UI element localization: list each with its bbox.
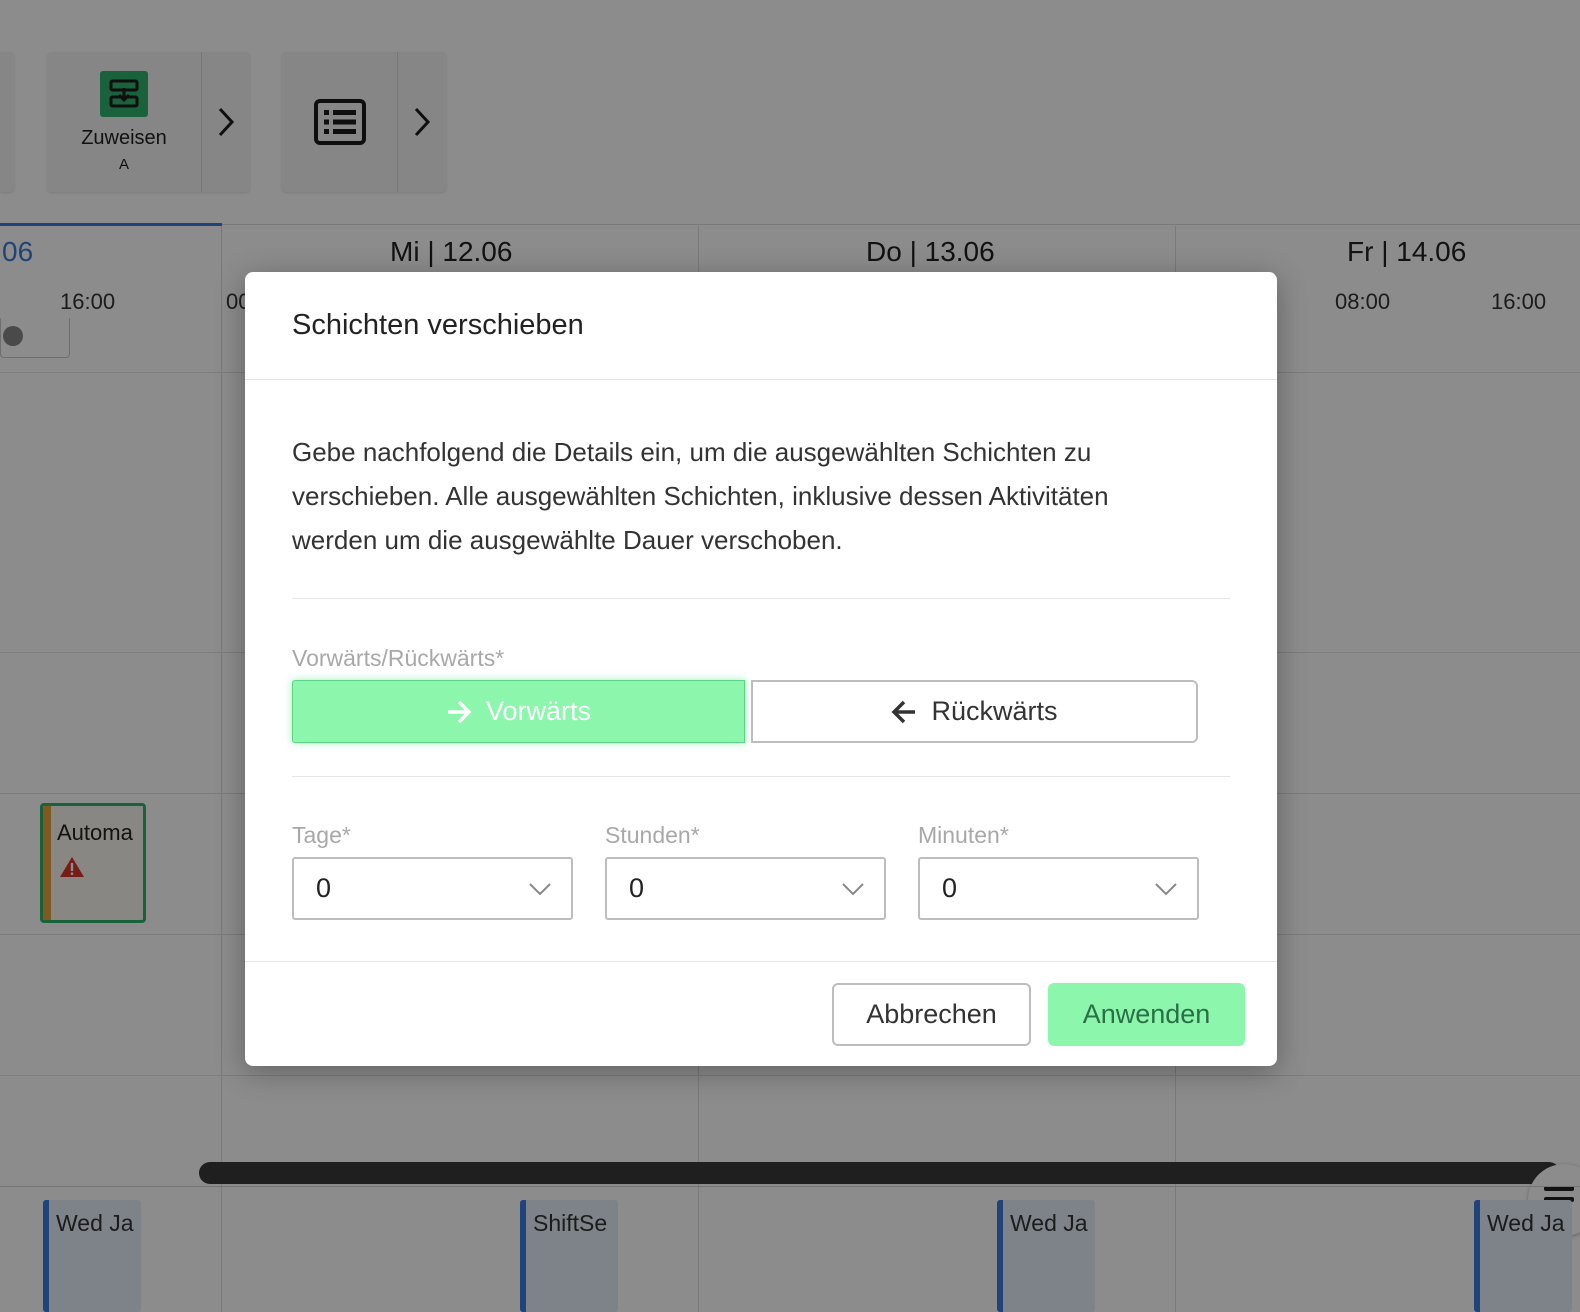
- cancel-button[interactable]: Abbrechen: [832, 982, 1031, 1046]
- hours-label: Stunden*: [605, 822, 700, 848]
- chevron-down-icon: [529, 882, 551, 895]
- days-select[interactable]: 0: [292, 857, 573, 920]
- forward-button-label: Vorwärts: [485, 696, 592, 726]
- arrow-right-icon: [447, 700, 472, 723]
- minutes-field: Minuten* 0: [918, 822, 1199, 920]
- backward-button-label: Rückwärts: [931, 696, 1058, 726]
- minutes-value: 0: [942, 873, 958, 903]
- hours-value: 0: [629, 873, 645, 903]
- days-field: Tage* 0: [292, 822, 573, 920]
- dialog-title: Schichten verschieben: [292, 309, 584, 341]
- chevron-down-icon: [1155, 882, 1177, 895]
- move-shifts-dialog: Schichten verschieben Gebe nachfolgend d…: [245, 272, 1277, 1066]
- chevron-down-icon: [842, 882, 864, 895]
- dialog-footer: Abbrechen Anwenden: [245, 961, 1277, 1066]
- duration-fields: Tage* 0 Stunden* 0 Minuten* 0: [292, 822, 1230, 920]
- dialog-body: Gebe nachfolgend die Details ein, um die…: [245, 430, 1277, 920]
- forward-button[interactable]: Vorwärts: [292, 680, 745, 743]
- minutes-label: Minuten*: [918, 822, 1009, 848]
- direction-toggle-group: Vorwärts Rückwärts: [292, 680, 1198, 743]
- hours-field: Stunden* 0: [605, 822, 886, 920]
- divider: [292, 598, 1230, 599]
- apply-button[interactable]: Anwenden: [1048, 982, 1245, 1046]
- dialog-description: Gebe nachfolgend die Details ein, um die…: [292, 437, 1109, 555]
- hours-select[interactable]: 0: [605, 857, 886, 920]
- divider: [292, 776, 1230, 777]
- days-value: 0: [316, 873, 332, 903]
- dialog-header: Schichten verschieben: [245, 272, 1277, 380]
- minutes-select[interactable]: 0: [918, 857, 1199, 920]
- arrow-left-icon: [892, 700, 916, 723]
- days-label: Tage*: [292, 822, 351, 848]
- backward-button[interactable]: Rückwärts: [751, 680, 1198, 743]
- direction-label: Vorwärts/Rückwärts*: [292, 645, 505, 671]
